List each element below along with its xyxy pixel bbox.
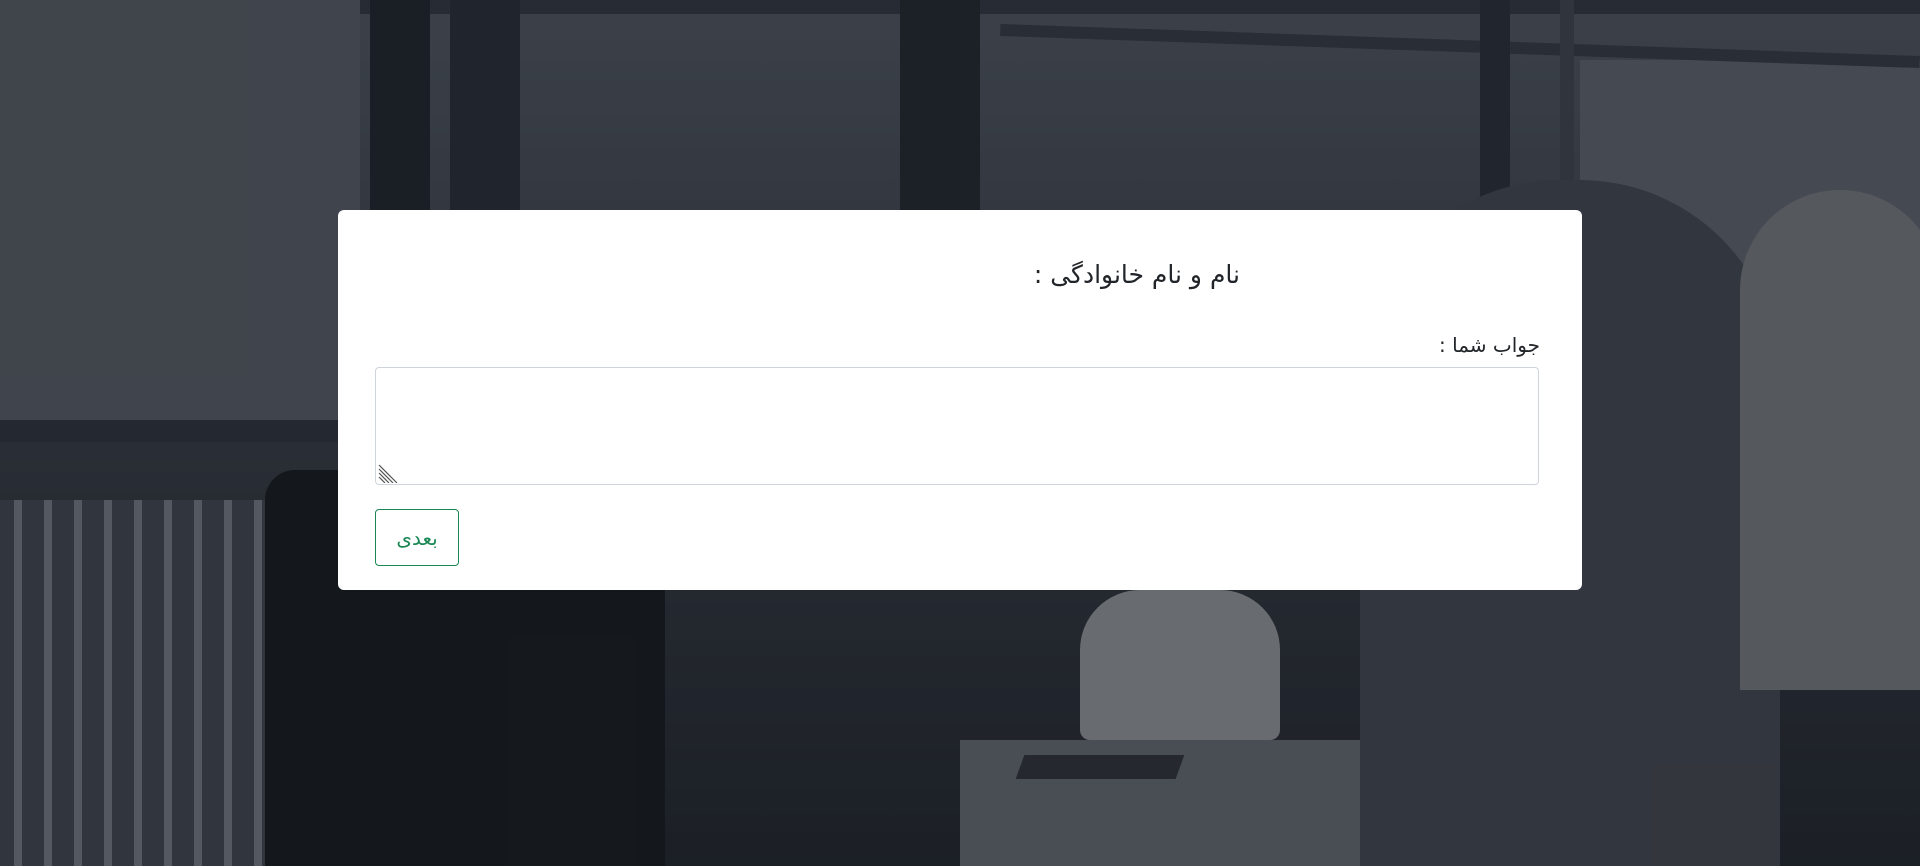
question-card: نام و نام خانوادگی : جواب شما : بعدی bbox=[338, 210, 1582, 590]
answer-textarea[interactable] bbox=[375, 367, 1539, 485]
resize-grip-icon[interactable] bbox=[377, 461, 399, 483]
next-button[interactable]: بعدی bbox=[375, 509, 459, 566]
answer-label: جواب شما : bbox=[1439, 333, 1540, 357]
question-title: نام و نام خانوادگی : bbox=[1033, 260, 1240, 289]
